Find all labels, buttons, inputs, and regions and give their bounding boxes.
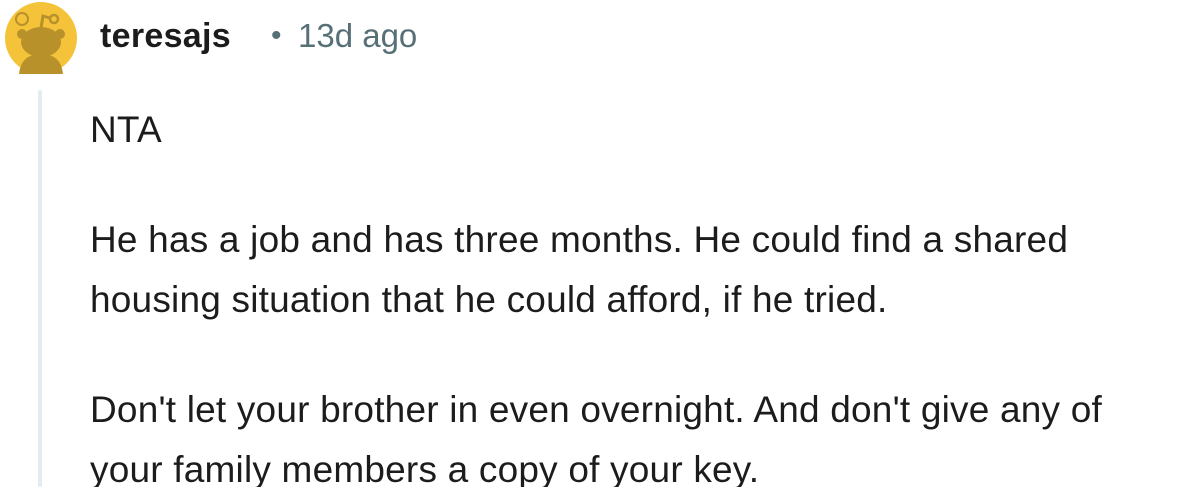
comment-paragraph: He has a job and has three months. He co… <box>90 219 1069 320</box>
comment-paragraph: Don't let your brother in even overnight… <box>90 389 1102 487</box>
thread-collapse-line[interactable] <box>38 90 42 487</box>
comment-paragraph: NTA <box>90 109 162 150</box>
comment-body: NTA He has a job and has three months. H… <box>90 100 1180 487</box>
comment-author[interactable]: teresajs <box>100 16 231 56</box>
snoo-avatar-icon <box>5 2 77 74</box>
comment-header: teresajs • 13d ago <box>0 0 1184 75</box>
meta-separator: • <box>271 19 282 52</box>
user-avatar[interactable] <box>5 2 77 74</box>
comment-timestamp[interactable]: 13d ago <box>298 16 417 56</box>
